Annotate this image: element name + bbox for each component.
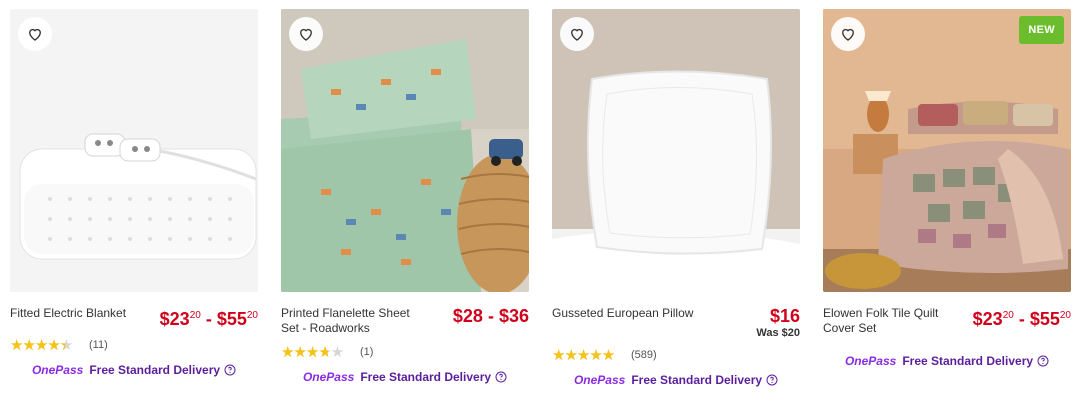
pillow-image (552, 9, 800, 292)
rating: ★★★★★ ★★★★★ (589) (552, 347, 800, 363)
onepass-delivery: OnePass Free Standard Delivery (552, 373, 800, 387)
question-circle-icon[interactable] (495, 371, 507, 383)
price-max-cents: 20 (1059, 310, 1071, 321)
price-min: $23 (972, 309, 1003, 329)
price-current: $16 (769, 306, 800, 326)
rating: ★★★★★★★★★★ (1) (281, 344, 529, 360)
question-circle-icon[interactable] (766, 374, 778, 386)
price-max-cents: 20 (246, 310, 258, 321)
question-circle-icon[interactable] (224, 364, 236, 376)
rating: ★★★★★★★★★★ (11) (10, 337, 258, 353)
delivery-text: Free Standard Delivery (902, 354, 1034, 368)
delivery-text: Free Standard Delivery (631, 373, 763, 387)
heart-outline-icon (571, 28, 583, 41)
product-card[interactable]: NEW Elowen Folk Tile Quilt Cover Set $23… (823, 9, 1071, 368)
price-min-cents: 20 (189, 310, 201, 321)
product-title[interactable]: Printed Flanelette Sheet Set - Roadworks (281, 306, 431, 336)
onepass-logo: OnePass (302, 370, 355, 384)
price-min: $28 (452, 306, 483, 326)
price-min-cents: 20 (1002, 310, 1014, 321)
product-card[interactable]: Printed Flanelette Sheet Set - Roadworks… (281, 9, 529, 384)
product-image[interactable]: NEW (823, 9, 1071, 292)
price-min: $23 (159, 309, 190, 329)
price-separator: - (482, 306, 499, 326)
heart-outline-icon (300, 28, 312, 41)
star-rating: ★★★★★★★★★★ (552, 347, 615, 363)
wishlist-button[interactable] (831, 17, 865, 51)
price-max: $55 (1029, 309, 1060, 329)
delivery-text: Free Standard Delivery (89, 363, 221, 377)
onepass-logo: OnePass (31, 363, 84, 377)
new-badge: NEW (1019, 16, 1064, 44)
product-price: $16 Was $20 (756, 306, 800, 339)
rating-count: (1) (360, 346, 374, 358)
product-price: $2320 - $5520 (160, 306, 258, 329)
product-card[interactable]: Gusseted European Pillow $16 Was $20 ★★★… (552, 9, 800, 387)
price-max: $55 (216, 309, 247, 329)
rating-count: (589) (631, 349, 657, 361)
product-title[interactable]: Fitted Electric Blanket (10, 306, 126, 321)
price-max: $36 (498, 306, 529, 326)
delivery-text: Free Standard Delivery (360, 370, 492, 384)
product-image[interactable] (281, 9, 529, 292)
heart-outline-icon (842, 28, 854, 41)
product-card[interactable]: Fitted Electric Blanket $2320 - $5520 ★★… (10, 9, 258, 377)
product-title[interactable]: Elowen Folk Tile Quilt Cover Set (823, 306, 973, 336)
product-image[interactable] (10, 9, 258, 292)
was-price: Was $20 (756, 327, 800, 339)
wishlist-button[interactable] (560, 17, 594, 51)
price-separator: - (200, 309, 217, 329)
onepass-logo: OnePass (573, 373, 626, 387)
onepass-delivery: OnePass Free Standard Delivery (10, 363, 258, 377)
rating-count: (11) (89, 339, 108, 351)
product-title[interactable]: Gusseted European Pillow (552, 306, 693, 321)
wishlist-button[interactable] (289, 17, 323, 51)
quilt-cover-image (823, 9, 1071, 292)
wishlist-button[interactable] (18, 17, 52, 51)
question-circle-icon[interactable] (1037, 355, 1049, 367)
product-price: $28 - $36 (453, 306, 529, 326)
onepass-delivery: OnePass Free Standard Delivery (823, 354, 1071, 368)
star-rating: ★★★★★★★★★★ (10, 337, 73, 353)
electric-blanket-image (10, 9, 258, 292)
onepass-delivery: OnePass Free Standard Delivery (281, 370, 529, 384)
price-separator: - (1013, 309, 1030, 329)
heart-outline-icon (29, 28, 41, 41)
star-rating: ★★★★★★★★★★ (281, 344, 344, 360)
product-price: $2320 - $5520 (973, 306, 1071, 329)
sheet-set-image (281, 9, 529, 292)
onepass-logo: OnePass (844, 354, 897, 368)
product-image[interactable] (552, 9, 800, 292)
